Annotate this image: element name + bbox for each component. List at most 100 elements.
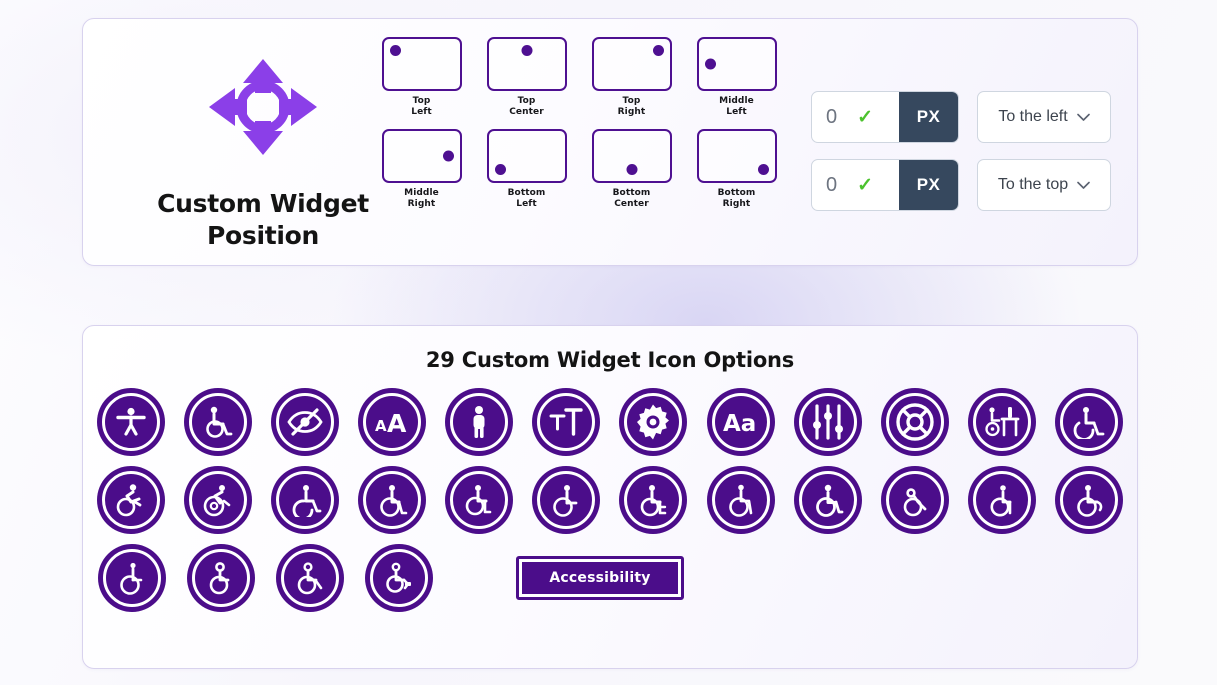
icon-row-3: Accessibility <box>83 544 1137 612</box>
check-icon: ✓ <box>857 176 873 195</box>
icon-options-title: 29 Custom Widget Icon Options <box>83 348 1137 372</box>
position-label-line-2: Right <box>723 199 751 209</box>
wheelchair-alt-12-icon[interactable] <box>98 544 166 612</box>
position-preview-box <box>487 129 567 183</box>
wheelchair-alt-3-icon[interactable] <box>358 466 426 534</box>
wheelchair-alt-4-icon[interactable] <box>445 466 513 534</box>
offset-unit-px-button[interactable]: PX <box>899 92 958 142</box>
position-option-top-center[interactable]: TopCenter <box>474 37 579 119</box>
position-label-line-1: Middle <box>719 96 754 106</box>
offset-horizontal-input[interactable]: 0✓ <box>812 92 899 142</box>
wheelchair-alt-6-icon[interactable] <box>619 466 687 534</box>
widget-dot-icon <box>443 150 454 161</box>
accessibility-label-button[interactable]: Accessibility <box>516 556 684 600</box>
font-aa-icon[interactable]: Aa <box>707 388 775 456</box>
offset-vertical-field[interactable]: 0✓PX <box>811 159 959 211</box>
position-option-label: TopLeft <box>411 96 431 119</box>
wheelchair-active-2-icon[interactable] <box>184 466 252 534</box>
wheelchair-alt-1-icon[interactable] <box>1055 388 1123 456</box>
position-option-top-right[interactable]: TopRight <box>579 37 684 119</box>
position-option-label: MiddleRight <box>404 188 439 211</box>
wheelchair-alt-11-icon[interactable] <box>1055 466 1123 534</box>
position-label-line-2: Left <box>516 199 536 209</box>
position-label-line-2: Left <box>411 107 431 117</box>
position-option-top-left[interactable]: TopLeft <box>369 37 474 119</box>
offset-horizontal-direction-select[interactable]: To the left <box>977 91 1111 143</box>
wheelchair-alt-7-icon[interactable] <box>707 466 775 534</box>
sliders-icon[interactable] <box>794 388 862 456</box>
offset-vertical-direction-select[interactable]: To the top <box>977 159 1111 211</box>
widget-dot-icon <box>705 59 716 70</box>
offset-row-horizontal: 0✓PX To the left <box>811 91 1111 143</box>
wheelchair-desk-icon[interactable] <box>968 388 1036 456</box>
offset-horizontal-field[interactable]: 0✓PX <box>811 91 959 143</box>
accessibility-person-icon[interactable] <box>97 388 165 456</box>
offset-unit-px-button[interactable]: PX <box>899 160 958 210</box>
svg-text:A: A <box>375 417 387 435</box>
page-root: Custom Widget Position TopLeftTopCenterT… <box>0 0 1217 685</box>
svg-text:Aa: Aa <box>723 411 756 436</box>
accessibility-button-label: Accessibility <box>549 570 650 586</box>
position-option-label: TopRight <box>618 96 646 119</box>
position-label-line-1: Top <box>623 96 641 106</box>
offset-vertical-input[interactable]: 0✓ <box>812 160 899 210</box>
position-preview-box <box>697 37 777 91</box>
offset-value: 0 <box>826 174 837 197</box>
position-preview-box <box>382 129 462 183</box>
icon-row-2 <box>83 466 1137 534</box>
wheelchair-alt-14-icon[interactable] <box>276 544 344 612</box>
widget-dot-icon <box>495 164 506 175</box>
wheelchair-alt-5-icon[interactable] <box>532 466 600 534</box>
wheelchair-alt-13-icon[interactable] <box>187 544 255 612</box>
position-option-middle-right[interactable]: MiddleRight <box>369 129 474 211</box>
position-option-label: TopCenter <box>509 96 544 119</box>
position-options-grid: TopLeftTopCenterTopRightMiddleLeftMiddle… <box>369 37 789 210</box>
widget-dot-icon <box>390 45 401 56</box>
position-option-bottom-right[interactable]: BottomRight <box>684 129 789 211</box>
text-size-tt-icon[interactable] <box>532 388 600 456</box>
position-preview-box <box>697 129 777 183</box>
direction-select-value: To the left <box>998 108 1067 126</box>
four-way-move-icon <box>207 57 319 162</box>
position-option-bottom-left[interactable]: BottomLeft <box>474 129 579 211</box>
position-label-line-1: Bottom <box>718 188 756 198</box>
wheelchair-active-1-icon[interactable] <box>97 466 165 534</box>
eye-slash-icon[interactable] <box>271 388 339 456</box>
position-option-bottom-center[interactable]: BottomCenter <box>579 129 684 211</box>
position-label-line-1: Bottom <box>508 188 546 198</box>
person-standing-icon[interactable] <box>445 388 513 456</box>
position-label-line-1: Top <box>413 96 431 106</box>
wheelchair-alt-15-icon[interactable] <box>365 544 433 612</box>
icon-row-1: AA Aa <box>83 388 1137 456</box>
position-label-line-1: Top <box>518 96 536 106</box>
position-label-line-1: Middle <box>404 188 439 198</box>
wheelchair-alt-10-icon[interactable] <box>968 466 1036 534</box>
position-label-line-2: Right <box>408 199 436 209</box>
page-title: Custom Widget Position <box>157 188 369 252</box>
position-preview-box <box>592 37 672 91</box>
widget-dot-icon <box>521 45 532 56</box>
gear-icon[interactable] <box>619 388 687 456</box>
chevron-down-icon <box>1077 181 1090 190</box>
position-card-heading-block: Custom Widget Position <box>113 41 413 246</box>
position-option-middle-left[interactable]: MiddleLeft <box>684 37 789 119</box>
wheelchair-icon[interactable] <box>184 388 252 456</box>
wheelchair-alt-9-icon[interactable] <box>881 466 949 534</box>
position-label-line-2: Center <box>509 107 544 117</box>
wheelchair-alt-8-icon[interactable] <box>794 466 862 534</box>
position-preview-box <box>592 129 672 183</box>
wheelchair-alt-2-icon[interactable] <box>271 466 339 534</box>
svg-text:A: A <box>387 409 407 437</box>
position-label-line-2: Left <box>726 107 746 117</box>
text-size-aa-icon[interactable]: AA <box>358 388 426 456</box>
position-option-label: BottomLeft <box>508 188 546 211</box>
offset-value: 0 <box>826 106 837 129</box>
position-label-line-2: Center <box>614 199 649 209</box>
position-option-label: BottomRight <box>718 188 756 211</box>
page-title-line-1: Custom Widget <box>157 189 369 218</box>
life-ring-icon[interactable] <box>881 388 949 456</box>
widget-dot-icon <box>758 164 769 175</box>
direction-select-value: To the top <box>998 176 1068 194</box>
custom-widget-icon-options-card: 29 Custom Widget Icon Options AA Aa Access… <box>82 325 1138 669</box>
offset-inputs-group: 0✓PXTo the left0✓PXTo the top <box>811 91 1111 211</box>
